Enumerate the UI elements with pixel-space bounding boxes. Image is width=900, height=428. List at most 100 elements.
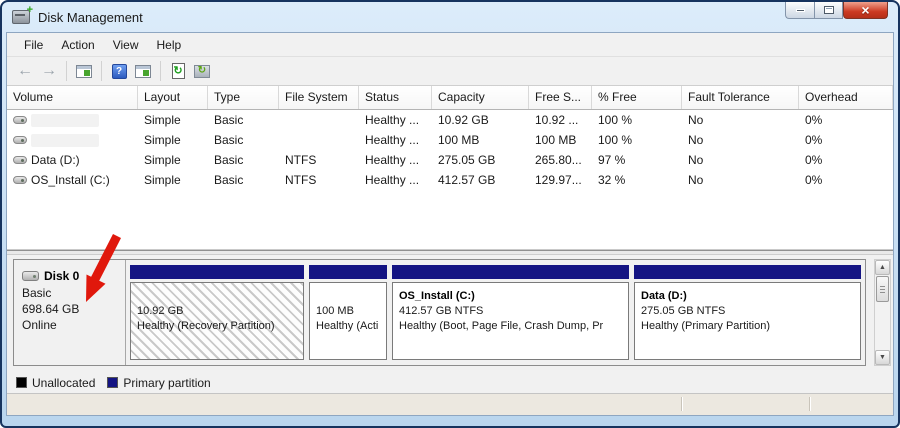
console-window-icon bbox=[76, 64, 92, 78]
volume-table-header: Volume Layout Type File System Status Ca… bbox=[7, 86, 893, 110]
rescan-disks-icon: ↻ bbox=[194, 64, 210, 78]
scroll-up-button[interactable]: ▲ bbox=[875, 260, 890, 275]
partition-size: 412.57 GB NTFS bbox=[399, 305, 484, 317]
cell-layout: Simple bbox=[144, 153, 181, 167]
column-header-file-system[interactable]: File System bbox=[279, 86, 359, 109]
column-header-pct-free[interactable]: % Free bbox=[592, 86, 682, 109]
table-row[interactable]: Data (D:) Simple Basic NTFS Healthy ... … bbox=[7, 150, 893, 170]
menu-view[interactable]: View bbox=[104, 34, 148, 56]
legend-label: Unallocated bbox=[32, 375, 96, 390]
disk-name: Disk 0 bbox=[44, 269, 80, 283]
cell-type: Basic bbox=[214, 153, 244, 167]
partition-label bbox=[137, 289, 303, 304]
partition-size: 100 MB bbox=[316, 305, 354, 317]
partition-color-bar bbox=[392, 265, 629, 279]
cell-status: Healthy ... bbox=[365, 173, 420, 187]
cell-layout: Simple bbox=[144, 173, 181, 187]
table-row[interactable]: Simple Basic Healthy ... 100 MB 100 MB 1… bbox=[7, 130, 893, 150]
cell-type: Basic bbox=[214, 133, 244, 147]
partition-system[interactable]: 100 MB Healthy (Acti bbox=[309, 265, 387, 360]
cell-fault-tolerance: No bbox=[688, 113, 704, 127]
volume-icon bbox=[13, 116, 27, 124]
statusbar-separator bbox=[809, 397, 811, 411]
cell-file-system: NTFS bbox=[285, 173, 317, 187]
cell-overhead: 0% bbox=[805, 133, 823, 147]
cell-status: Healthy ... bbox=[365, 133, 420, 147]
cell-volume-name: Data (D:) bbox=[31, 153, 80, 167]
help-button[interactable]: ? bbox=[107, 59, 131, 83]
menu-action[interactable]: Action bbox=[52, 34, 103, 56]
column-header-volume[interactable]: Volume bbox=[7, 86, 138, 109]
unallocated-swatch bbox=[16, 377, 27, 388]
cell-overhead: 0% bbox=[805, 113, 823, 127]
window-controls: × bbox=[785, 2, 888, 19]
minimize-button[interactable] bbox=[785, 2, 814, 19]
cell-file-system bbox=[279, 130, 359, 150]
toolbar-separator bbox=[66, 61, 67, 81]
legend-item-primary-partition: Primary partition bbox=[107, 376, 211, 390]
partition-status: Healthy (Recovery Partition) bbox=[137, 320, 275, 332]
disk-management-app-icon[interactable] bbox=[12, 4, 33, 24]
toolbar-separator bbox=[160, 61, 161, 81]
toolbar-separator bbox=[101, 61, 102, 81]
redacted-volume-name bbox=[31, 113, 99, 127]
legend: Unallocated Primary partition bbox=[7, 372, 893, 394]
disk-0-band: Disk 0 Basic 698.64 GB Online 10.92 GB H… bbox=[13, 259, 866, 366]
column-header-capacity[interactable]: Capacity bbox=[432, 86, 529, 109]
column-header-type[interactable]: Type bbox=[208, 86, 279, 109]
column-header-fault-tolerance[interactable]: Fault Tolerance bbox=[682, 86, 799, 109]
disk-type: Basic bbox=[22, 286, 52, 300]
refresh-icon: ↻ bbox=[171, 63, 185, 79]
cell-capacity: 412.57 GB bbox=[438, 173, 496, 187]
cell-free-space: 100 MB bbox=[535, 133, 577, 147]
cell-type: Basic bbox=[214, 173, 244, 187]
title-bar: Disk Management × bbox=[2, 2, 898, 32]
forward-button[interactable]: → bbox=[37, 59, 61, 83]
statusbar-separator bbox=[681, 397, 683, 411]
partition-data-d[interactable]: Data (D:) 275.05 GB NTFS Healthy (Primar… bbox=[634, 265, 861, 360]
refresh-button[interactable]: ↻ bbox=[166, 59, 190, 83]
menu-help[interactable]: Help bbox=[148, 34, 191, 56]
vertical-scrollbar[interactable]: ▲ ▼ bbox=[874, 259, 891, 366]
volume-list: Volume Layout Type File System Status Ca… bbox=[7, 86, 893, 250]
help-icon: ? bbox=[111, 63, 127, 79]
legend-item-unallocated: Unallocated bbox=[16, 376, 95, 390]
maximize-button[interactable] bbox=[814, 2, 843, 19]
console-window-button[interactable] bbox=[72, 59, 96, 83]
console-tree-button[interactable] bbox=[131, 59, 155, 83]
menu-file[interactable]: File bbox=[15, 34, 52, 56]
column-header-layout[interactable]: Layout bbox=[138, 86, 208, 109]
cell-free-space: 265.80... bbox=[535, 153, 582, 167]
column-header-status[interactable]: Status bbox=[359, 86, 432, 109]
partitions-strip: 10.92 GB Healthy (Recovery Partition) 10… bbox=[126, 260, 865, 365]
cell-status: Healthy ... bbox=[365, 113, 420, 127]
close-icon: × bbox=[861, 2, 870, 18]
window-content: File Action View Help ← → ? ↻ ↻ Volume L… bbox=[6, 32, 894, 416]
volume-icon bbox=[13, 136, 27, 144]
rescan-disks-button[interactable]: ↻ bbox=[190, 59, 214, 83]
column-header-free-space[interactable]: Free S... bbox=[529, 86, 592, 109]
scrollbar-track[interactable] bbox=[875, 275, 890, 350]
cell-pct-free: 97 % bbox=[598, 153, 626, 167]
cell-capacity: 100 MB bbox=[438, 133, 480, 147]
close-button[interactable]: × bbox=[843, 2, 888, 19]
column-header-overhead[interactable]: Overhead bbox=[799, 86, 893, 109]
cell-pct-free: 100 % bbox=[598, 133, 633, 147]
table-row[interactable]: Simple Basic Healthy ... 10.92 GB 10.92 … bbox=[7, 110, 893, 130]
partition-label: OS_Install (C:) bbox=[399, 290, 475, 302]
disk-status: Online bbox=[22, 318, 57, 332]
disk-graph-panel: Disk 0 Basic 698.64 GB Online 10.92 GB H… bbox=[7, 255, 893, 372]
partition-os-install-c[interactable]: OS_Install (C:) 412.57 GB NTFS Healthy (… bbox=[392, 265, 629, 360]
partition-size: 10.92 GB bbox=[137, 305, 184, 317]
disk-0-info[interactable]: Disk 0 Basic 698.64 GB Online bbox=[14, 260, 126, 365]
table-row[interactable]: OS_Install (C:) Simple Basic NTFS Health… bbox=[7, 170, 893, 190]
scroll-down-button[interactable]: ▼ bbox=[875, 350, 890, 365]
partition-color-bar bbox=[634, 265, 861, 279]
back-button[interactable]: ← bbox=[13, 59, 37, 83]
maximize-icon bbox=[823, 6, 834, 14]
window-title: Disk Management bbox=[38, 9, 143, 25]
cell-free-space: 129.97... bbox=[535, 173, 582, 187]
partition-recovery[interactable]: 10.92 GB Healthy (Recovery Partition) bbox=[130, 265, 304, 360]
scrollbar-thumb[interactable] bbox=[876, 276, 889, 302]
partition-status: Healthy (Acti bbox=[316, 320, 379, 332]
